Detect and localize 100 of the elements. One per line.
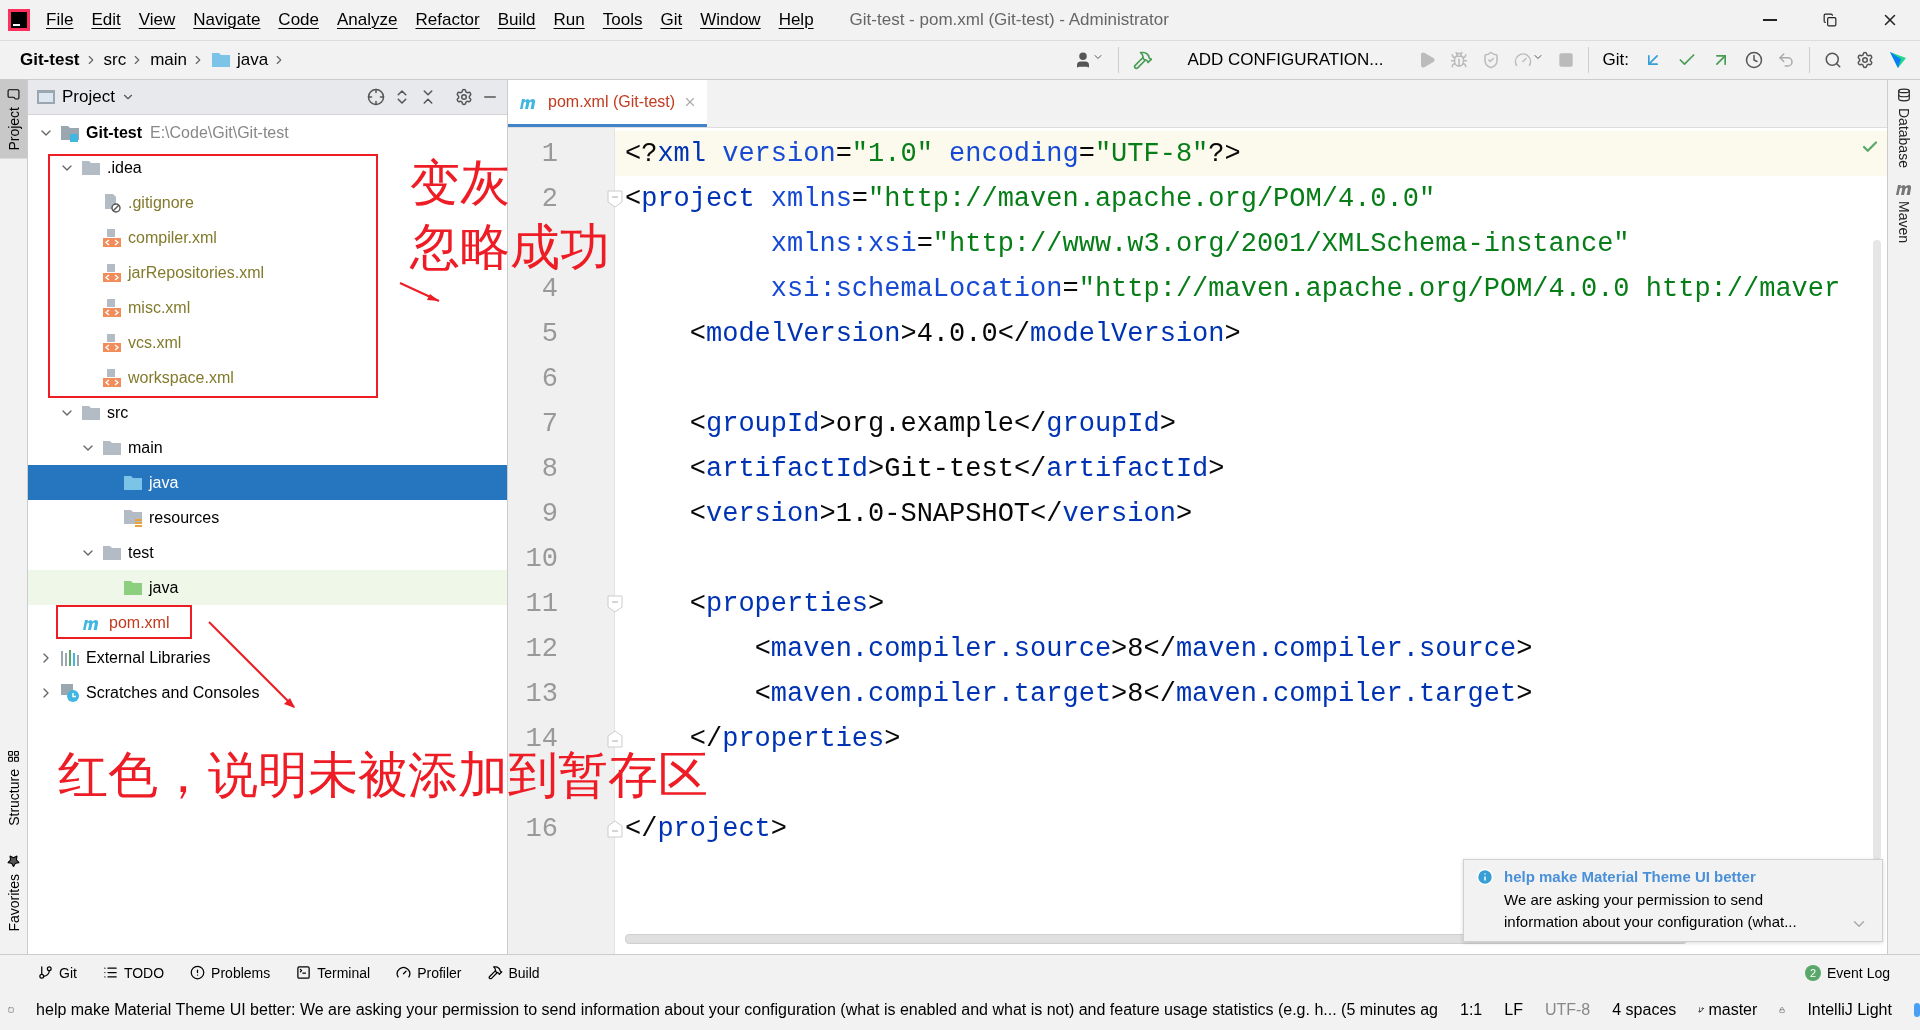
shield-icon[interactable]: [1481, 51, 1500, 69]
code-text: xsi:schemaLocation="http://maven.apache.org/POM/4.0.0 http://maver: [769, 273, 1841, 304]
star-icon: [7, 855, 20, 869]
indent-setting[interactable]: 4 spaces: [1612, 1001, 1677, 1019]
code-text: <modelVersion>4.0.0</modelVersion>: [688, 318, 1241, 349]
line-number: 6: [540, 363, 558, 394]
settings-icon[interactable]: [1856, 51, 1874, 69]
xml-file-icon: [102, 297, 122, 318]
branch-widget[interactable]: master: [1708, 1001, 1758, 1019]
vertical-scrollbar[interactable]: [1873, 240, 1881, 860]
gauge-icon: [396, 965, 412, 980]
database-icon: [1897, 88, 1911, 102]
menu-item[interactable]: File: [44, 6, 76, 34]
tool-window-tab[interactable]: Maven: [1893, 175, 1915, 251]
code-text: <maven.compiler.target>8</maven.compiler.target>: [753, 678, 1533, 709]
project-path: E:\Code\Git\Git-test: [150, 123, 289, 142]
tool-window-tab[interactable]: Structure: [0, 741, 27, 834]
code-text: <groupId>org.example</groupId>: [688, 408, 1176, 439]
tree-item[interactable]: test: [128, 543, 154, 562]
tool-window-tab[interactable]: Database: [1893, 80, 1915, 176]
line-number: 16: [524, 813, 558, 844]
tool-window-button[interactable]: Git: [38, 964, 77, 981]
editor-tab[interactable]: pom.xml (Git-test): [508, 80, 708, 127]
bug-icon[interactable]: [1449, 51, 1468, 69]
user-icon[interactable]: [1074, 51, 1105, 69]
tool-window-tab[interactable]: Project: [0, 80, 27, 159]
line-number: 2: [540, 183, 558, 214]
menu-item[interactable]: Window: [698, 6, 763, 34]
menu-item[interactable]: View: [136, 6, 178, 34]
app-logo-icon: [8, 9, 30, 31]
line-number: 12: [524, 633, 558, 664]
tool-window-button[interactable]: Problems: [190, 964, 271, 981]
minimize-icon: [1763, 19, 1777, 21]
breadcrumb[interactable]: main: [150, 50, 188, 70]
menu-item[interactable]: Refactor: [413, 6, 482, 34]
git-label: Git:: [1602, 50, 1629, 70]
menu-item[interactable]: Git: [658, 6, 685, 34]
event-log-label: Event Log: [1826, 964, 1890, 981]
tree-item[interactable]: main: [128, 438, 163, 457]
tool-window-button[interactable]: TODO: [102, 964, 165, 981]
menu-item[interactable]: Help: [776, 6, 816, 34]
tree-item[interactable]: .idea: [107, 158, 142, 177]
breadcrumb[interactable]: src: [103, 50, 127, 70]
code-text: xmlns:xsi="http://www.w3.org/2001/XMLSchema-instance": [769, 228, 1630, 259]
plugin-logo-icon[interactable]: [1888, 50, 1908, 70]
menu-item[interactable]: Run: [551, 6, 587, 34]
cursor-position[interactable]: 1:1: [1460, 1001, 1483, 1019]
tool-window-button[interactable]: Terminal: [296, 964, 371, 981]
menu-item[interactable]: Analyze: [335, 6, 400, 34]
libraries-icon: [60, 648, 80, 667]
menu-item[interactable]: Edit: [89, 6, 123, 34]
tree-item[interactable]: pom.xml: [109, 613, 170, 632]
tree-row[interactable]: java: [28, 570, 507, 605]
menu-item[interactable]: Code: [276, 6, 321, 34]
annotation-text: 红色，说明未被添加到暂存区: [58, 750, 708, 800]
tree-item[interactable]: Git-test: [86, 123, 142, 142]
hammer-icon: [487, 965, 503, 980]
settings-icon[interactable]: [455, 88, 473, 106]
menu-item[interactable]: Build: [495, 6, 538, 34]
search-icon[interactable]: [1824, 51, 1842, 69]
fold-marker-icon[interactable]: [607, 729, 623, 748]
line-number: 5: [540, 318, 558, 349]
tree-item[interactable]: .gitignore: [128, 193, 194, 212]
breadcrumb[interactable]: java: [237, 50, 269, 70]
tree-item[interactable]: src: [107, 403, 129, 422]
tool-window-tab[interactable]: Favorites: [0, 847, 27, 940]
tool-window-button[interactable]: Profiler: [396, 964, 462, 981]
undo-icon[interactable]: [1777, 51, 1795, 69]
code-text: <?xml version="1.0" encoding="UTF-8"?>: [625, 138, 1241, 169]
tree-item[interactable]: vcs.xml: [128, 333, 182, 352]
hammer-icon[interactable]: [1133, 50, 1154, 70]
annotation-text: 变灰: [410, 158, 510, 208]
tree-item[interactable]: jarRepositories.xml: [128, 263, 265, 282]
tree-item[interactable]: compiler.xml: [128, 228, 217, 247]
fold-marker-icon[interactable]: [607, 189, 623, 208]
module-folder-icon: [60, 123, 80, 142]
run-configuration[interactable]: ADD CONFIGURATION...: [1187, 50, 1384, 70]
tree-item[interactable]: misc.xml: [128, 298, 191, 317]
tool-window-button[interactable]: Build: [487, 964, 540, 981]
event-log-button[interactable]: 2 Event Log: [1804, 964, 1890, 981]
locate-icon[interactable]: [367, 88, 385, 106]
window-title: Git-test - pom.xml (Git-test) - Administrator: [849, 10, 1169, 30]
gauge-icon[interactable]: [1513, 51, 1544, 69]
tree-item[interactable]: workspace.xml: [128, 368, 234, 387]
tree-item[interactable]: External Libraries: [86, 648, 211, 667]
panel-title[interactable]: Project: [62, 87, 115, 107]
xml-file-icon: [102, 332, 122, 353]
clock-icon[interactable]: [1745, 51, 1763, 69]
tree-row[interactable]: java: [28, 465, 507, 500]
line-separator[interactable]: LF: [1504, 1001, 1523, 1019]
fold-marker-icon[interactable]: [607, 594, 623, 613]
theme-widget[interactable]: IntelliJ Light: [1807, 1001, 1892, 1019]
tree-item[interactable]: resources: [149, 508, 220, 527]
fold-marker-icon[interactable]: [607, 819, 623, 838]
menu-item[interactable]: Tools: [600, 6, 645, 34]
tree-item[interactable]: Scratches and Consoles: [86, 683, 260, 702]
stop-icon[interactable]: [1557, 52, 1574, 68]
branch-icon: [38, 965, 53, 980]
breadcrumb[interactable]: Git-test: [20, 50, 80, 70]
menu-item[interactable]: Navigate: [191, 6, 263, 34]
